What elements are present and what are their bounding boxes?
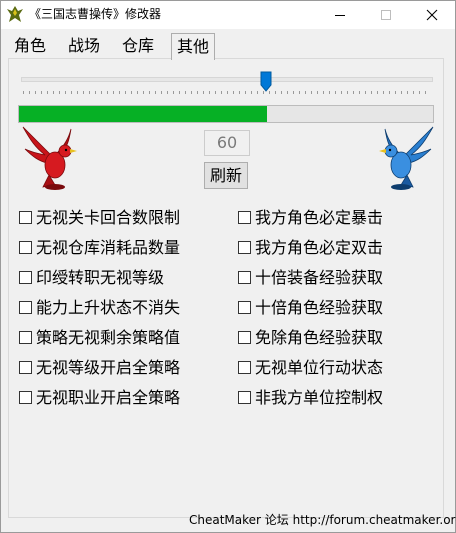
- checkbox[interactable]: [19, 391, 32, 404]
- blue-bird-icon: [379, 126, 434, 190]
- tab-warehouse[interactable]: 仓库: [117, 34, 159, 58]
- maximize-button[interactable]: [363, 1, 409, 29]
- option-label: 无视单位行动状态: [255, 358, 384, 377]
- close-icon: [426, 9, 438, 21]
- tab-battlefield[interactable]: 战场: [63, 34, 105, 58]
- option-label: 印绶转职无视等级: [36, 268, 165, 287]
- progress-fill: [19, 106, 268, 122]
- option-label: 无视等级开启全策略: [36, 358, 181, 377]
- title-bar[interactable]: 《三国志曹操传》修改器: [1, 1, 455, 29]
- refresh-button[interactable]: 刷新: [204, 162, 248, 189]
- checkbox[interactable]: [19, 331, 32, 344]
- option-label: 我方角色必定双击: [255, 238, 384, 257]
- checkbox[interactable]: [238, 391, 251, 404]
- value-display: 60: [204, 130, 250, 156]
- checkbox[interactable]: [19, 211, 32, 224]
- close-button[interactable]: [409, 1, 455, 29]
- slider-track[interactable]: [21, 77, 433, 82]
- tab-role[interactable]: 角色: [9, 34, 51, 58]
- option-label: 无视仓库消耗品数量: [36, 238, 181, 257]
- option-label: 无视关卡回合数限制: [36, 208, 181, 227]
- checkbox[interactable]: [238, 211, 251, 224]
- footer-link[interactable]: CheatMaker 论坛 http://forum.cheatmaker.or…: [189, 512, 456, 528]
- option-label: 我方角色必定暴击: [255, 208, 384, 227]
- checkbox[interactable]: [238, 361, 251, 374]
- checkbox[interactable]: [19, 271, 32, 284]
- checkbox[interactable]: [238, 241, 251, 254]
- checkbox[interactable]: [238, 331, 251, 344]
- option-label: 十倍装备经验获取: [255, 268, 384, 287]
- checkbox[interactable]: [238, 271, 251, 284]
- minimize-icon: [335, 15, 345, 16]
- maximize-icon: [381, 10, 391, 20]
- slider-ticks: [23, 91, 431, 94]
- progress-bar: [18, 105, 434, 123]
- option-label: 能力上升状态不消失: [36, 298, 181, 317]
- window-title: 《三国志曹操传》修改器: [29, 7, 162, 21]
- checkbox[interactable]: [19, 301, 32, 314]
- option-label: 非我方单位控制权: [255, 388, 384, 407]
- app-icon: [7, 6, 23, 22]
- checkbox[interactable]: [238, 301, 251, 314]
- checkbox[interactable]: [19, 361, 32, 374]
- option-label: 无视职业开启全策略: [36, 388, 181, 407]
- option-label: 策略无视剩余策略值: [36, 328, 181, 347]
- option-label: 免除角色经验获取: [255, 328, 384, 347]
- option-label: 十倍角色经验获取: [255, 298, 384, 317]
- slider-thumb[interactable]: [260, 71, 272, 92]
- app-window: 《三国志曹操传》修改器 角色 战场 仓库 其他 60 刷新 无视关卡回合数限制 …: [0, 0, 456, 533]
- minimize-button[interactable]: [317, 1, 363, 29]
- tab-other[interactable]: 其他: [171, 33, 216, 60]
- red-bird-icon: [22, 126, 77, 190]
- checkbox[interactable]: [19, 241, 32, 254]
